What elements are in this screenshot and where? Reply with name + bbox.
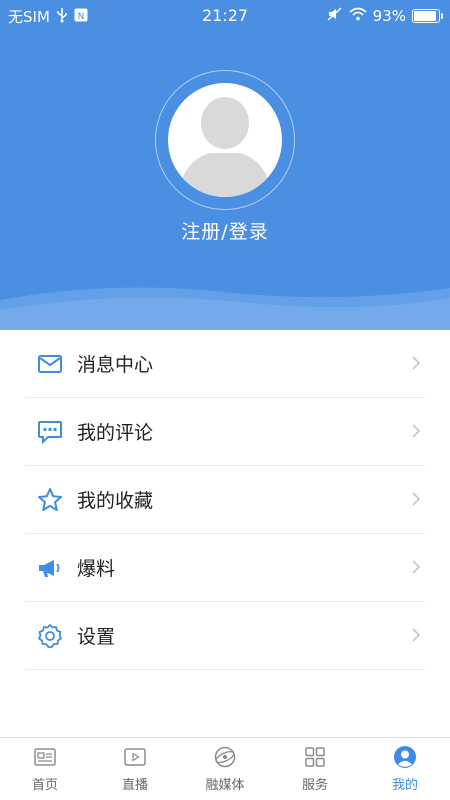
menu-item-label: 爆料 xyxy=(77,558,116,580)
tab-label: 服务 xyxy=(301,778,328,793)
play-icon xyxy=(124,748,146,766)
gear-icon xyxy=(37,623,63,649)
menu-item-settings[interactable]: 设置 xyxy=(25,602,425,670)
tab-live[interactable]: 直播 xyxy=(90,738,180,800)
menu-item-label: 设置 xyxy=(77,626,116,648)
tab-services[interactable]: 服务 xyxy=(270,738,360,800)
menu-item-label: 消息中心 xyxy=(77,354,154,376)
tab-home[interactable]: 首页 xyxy=(0,738,90,800)
default-user-icon xyxy=(178,97,272,197)
header-wave xyxy=(0,287,450,330)
grid-icon xyxy=(305,747,325,767)
mail-icon xyxy=(37,351,63,377)
wifi-icon xyxy=(349,7,367,25)
tab-media[interactable]: 融媒体 xyxy=(180,738,270,800)
menu-item-label: 我的评论 xyxy=(77,422,154,444)
mute-icon xyxy=(327,6,343,26)
comment-icon xyxy=(37,419,63,445)
chevron-right-icon xyxy=(412,628,421,642)
login-register-link[interactable]: 注册/登录 xyxy=(0,217,450,244)
menu-item-favorites[interactable]: 我的收藏 xyxy=(25,466,425,534)
battery-percent: 93% xyxy=(372,7,406,25)
menu-item-comments[interactable]: 我的评论 xyxy=(25,398,425,466)
tab-label: 我的 xyxy=(391,778,418,793)
user-icon xyxy=(394,746,416,768)
menu-list: 消息中心 我的评论 我的收藏 爆料 设置 xyxy=(0,330,450,670)
battery-icon xyxy=(412,9,443,23)
status-bar: 无SIM N 21:27 93% xyxy=(0,0,450,32)
star-icon xyxy=(37,487,63,513)
avatar-ring[interactable] xyxy=(155,70,295,210)
tab-mine[interactable]: 我的 xyxy=(360,738,450,800)
tab-label: 直播 xyxy=(121,778,148,793)
chevron-right-icon xyxy=(412,424,421,438)
avatar[interactable] xyxy=(168,83,282,197)
newspaper-icon xyxy=(34,748,56,766)
chevron-right-icon xyxy=(412,356,421,370)
chevron-right-icon xyxy=(412,492,421,506)
tab-label: 融媒体 xyxy=(205,778,245,793)
tab-label: 首页 xyxy=(31,778,58,793)
chevron-right-icon xyxy=(412,560,421,574)
menu-item-tipoff[interactable]: 爆料 xyxy=(25,534,425,602)
profile-header: 无SIM N 21:27 93% 注册/登录 xyxy=(0,0,450,330)
globe-icon xyxy=(214,746,236,768)
megaphone-icon xyxy=(37,555,63,581)
bottom-tab-bar: 首页 直播 融媒体 服务 我的 xyxy=(0,737,450,800)
menu-item-label: 我的收藏 xyxy=(77,490,154,512)
menu-item-messages[interactable]: 消息中心 xyxy=(25,330,425,398)
